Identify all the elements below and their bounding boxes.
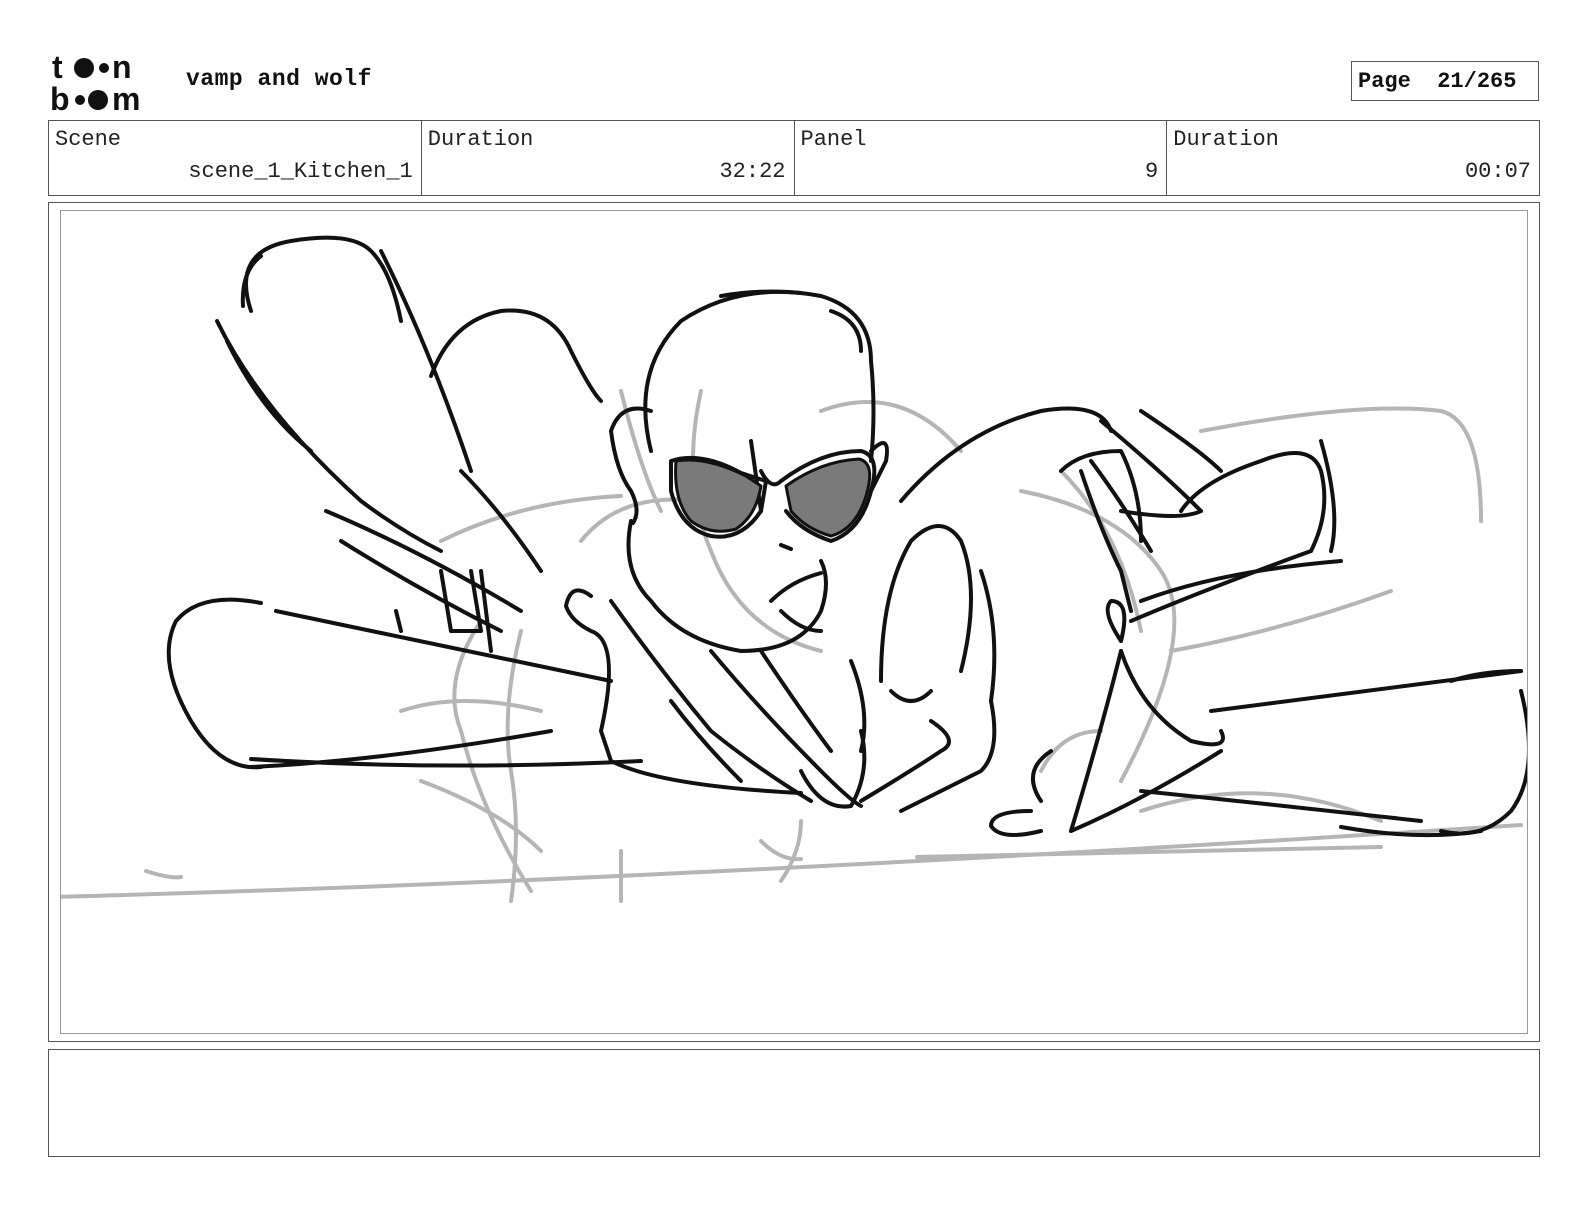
project-title: vamp and wolf [186, 66, 372, 92]
panel-cell: Panel 9 [795, 121, 1168, 195]
panel-value: 9 [1145, 159, 1159, 184]
panel-notes [48, 1049, 1540, 1157]
toon-boom-logo: t n b m [50, 50, 140, 114]
page-label: Page [1358, 68, 1411, 94]
storyboard-sketch [61, 235, 1527, 903]
scene-cell: Scene scene_1_Kitchen_1 [49, 121, 422, 195]
svg-text:m: m [112, 81, 140, 114]
svg-text:n: n [112, 50, 132, 85]
panel-duration-cell: Duration 00:07 [1167, 121, 1539, 195]
scene-duration-value: 32:22 [719, 159, 786, 184]
scene-duration-label: Duration [427, 127, 534, 152]
svg-text:t: t [52, 50, 63, 85]
panel-duration-label: Duration [1173, 127, 1279, 152]
panel-duration-value: 00:07 [1464, 159, 1531, 184]
scene-duration-cell: Duration 32:22 [422, 121, 795, 195]
svg-text:b: b [50, 81, 70, 114]
page-number: 21/265 [1437, 68, 1517, 94]
page-indicator: Page 21/265 [1351, 61, 1539, 101]
panel-label: Panel [800, 127, 867, 152]
storyboard-panel [60, 210, 1528, 1034]
scene-label: Scene [55, 127, 122, 152]
panel-info-row: Scene scene_1_Kitchen_1 Duration 32:22 P… [48, 120, 1540, 196]
scene-value: scene_1_Kitchen_1 [188, 159, 413, 184]
